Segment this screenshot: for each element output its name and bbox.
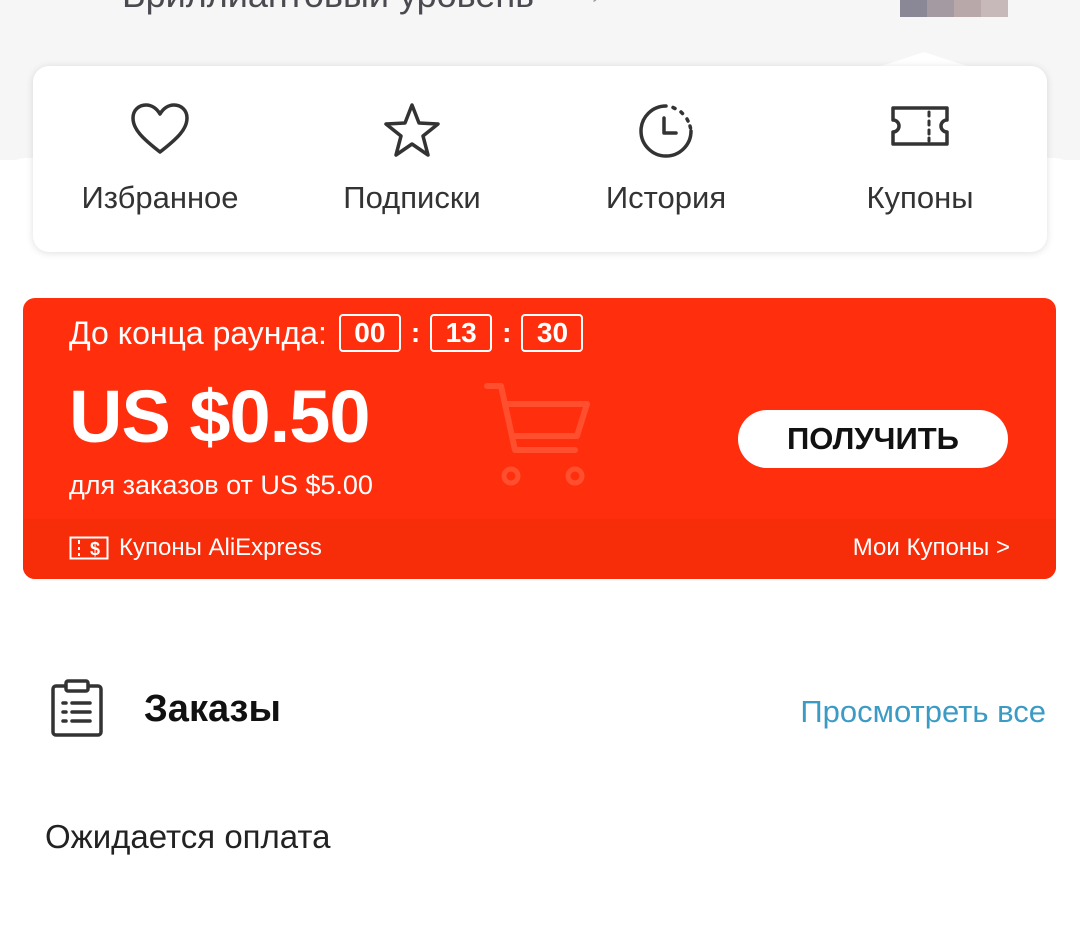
quick-link-label: История xyxy=(605,180,727,215)
orders-title: Заказы xyxy=(144,688,281,730)
svg-text:$: $ xyxy=(90,539,100,559)
star-icon xyxy=(384,103,440,157)
awaiting-payment-label[interactable]: Ожидается оплата xyxy=(45,818,331,856)
coupon-banner[interactable]: До конца раунда: 00 : 13 : 30 US $0.50 д… xyxy=(23,298,1056,579)
quick-link-subscriptions[interactable]: Подписки xyxy=(285,66,539,252)
member-level-text: Бриллиантовый уровень xyxy=(122,0,534,16)
quick-link-label: Избранное xyxy=(81,180,239,215)
coupons-brand: $ Купоны AliExpress xyxy=(69,534,322,562)
get-coupon-button[interactable]: ПОЛУЧИТЬ xyxy=(738,410,1008,468)
coupon-dollar-icon: $ xyxy=(69,536,109,560)
diamond-level-icon xyxy=(38,0,96,16)
round-countdown: До конца раунда: 00 : 13 : 30 xyxy=(69,314,584,352)
coupons-brand-label: Купоны AliExpress xyxy=(119,534,322,561)
countdown-minutes: 13 xyxy=(430,314,493,352)
orders-header: Заказы Просмотреть все xyxy=(0,670,1080,750)
quick-link-label: Подписки xyxy=(343,180,481,215)
avatar[interactable] xyxy=(900,0,1008,17)
my-coupons-link[interactable]: Мои Купоны > xyxy=(853,534,1010,562)
countdown-separator: : xyxy=(410,317,421,348)
quick-links-card: Избранное Подписки История Купоны xyxy=(33,66,1047,252)
clipboard-list-icon xyxy=(51,679,103,737)
heart-icon xyxy=(131,103,189,154)
countdown-separator: : xyxy=(502,317,512,348)
coupon-condition: для заказов от US $5.00 xyxy=(69,470,373,500)
shopping-cart-icon xyxy=(484,383,590,486)
quick-link-label: Купоны xyxy=(866,180,974,215)
countdown-label: До конца раунда: xyxy=(69,314,327,351)
quick-link-coupons[interactable]: Купоны xyxy=(793,66,1047,252)
view-all-orders-link[interactable]: Просмотреть все xyxy=(800,694,1046,730)
coupon-amount: US $0.50 xyxy=(69,375,371,458)
quick-link-history[interactable]: История xyxy=(539,66,793,252)
countdown-seconds: 30 xyxy=(521,314,584,352)
chevron-right-icon: › xyxy=(592,0,600,10)
ticket-icon xyxy=(891,106,949,146)
history-clock-icon xyxy=(639,104,693,158)
countdown-hours: 00 xyxy=(338,314,401,352)
quick-link-favorites[interactable]: Избранное xyxy=(33,66,287,252)
